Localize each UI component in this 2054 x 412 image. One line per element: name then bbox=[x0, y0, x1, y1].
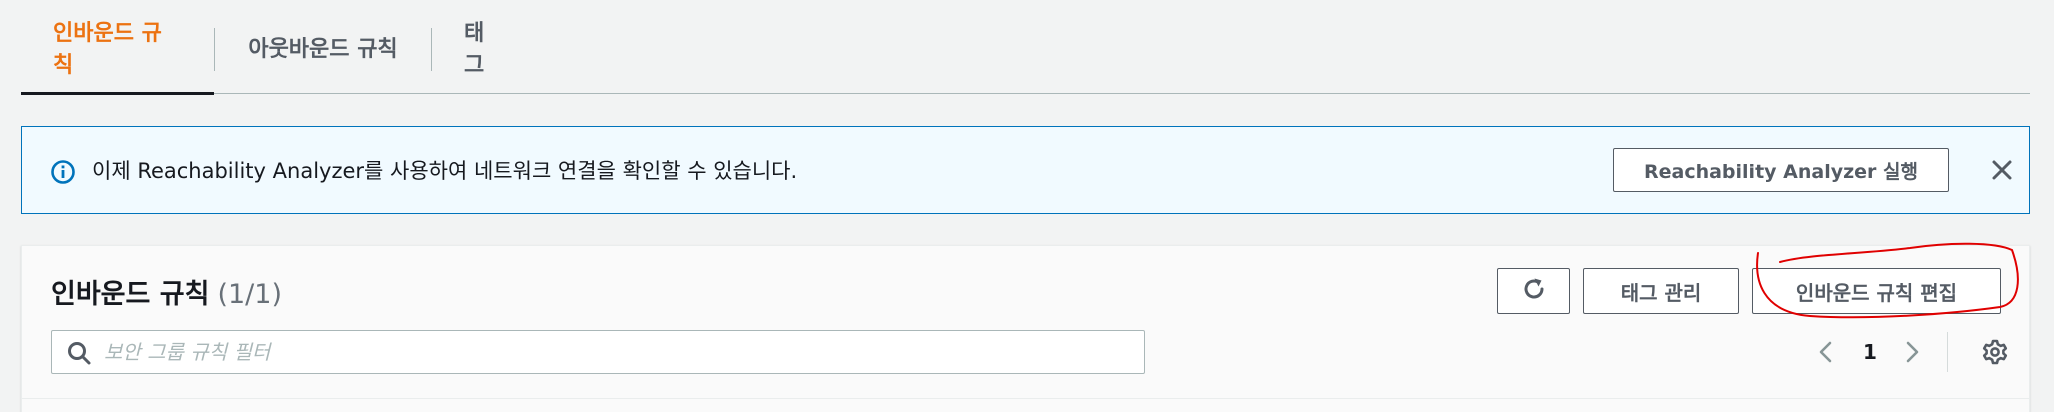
chevron-left-icon[interactable] bbox=[1812, 338, 1840, 366]
run-reachability-analyzer-button[interactable]: Reachability Analyzer 실행 bbox=[1613, 148, 1949, 192]
panel-title: 인바운드 규칙 (1/1) bbox=[51, 272, 282, 311]
tab-tags[interactable]: 태그 bbox=[432, 0, 536, 93]
pagination-divider bbox=[1947, 332, 1948, 372]
manage-tags-button[interactable]: 태그 관리 bbox=[1583, 268, 1739, 314]
current-page[interactable]: 1 bbox=[1856, 338, 1884, 366]
gear-icon[interactable] bbox=[1981, 338, 2009, 366]
panel-title-text: 인바운드 규칙 bbox=[51, 279, 210, 310]
close-icon[interactable] bbox=[1989, 157, 2015, 183]
inbound-rules-panel: 인바운드 규칙(1/1) 태그 관리 인바운드 규칙 편집 1 bbox=[21, 245, 2030, 412]
panel-divider bbox=[22, 398, 2029, 399]
rule-count: (1/1) bbox=[217, 279, 282, 310]
info-icon bbox=[50, 159, 76, 185]
tab-label: 아웃바운드 규칙 bbox=[248, 36, 398, 62]
tab-label: 태그 bbox=[464, 20, 485, 78]
search-box bbox=[51, 330, 1145, 374]
banner-message: 이제 Reachability Analyzer를 사용하여 네트워크 연결을 … bbox=[92, 159, 798, 183]
tab-outbound-rules[interactable]: 아웃바운드 규칙 bbox=[215, 0, 431, 93]
tab-inbound-rules[interactable]: 인바운드 규칙 bbox=[21, 0, 214, 95]
tab-label: 인바운드 규칙 bbox=[53, 20, 162, 78]
refresh-icon bbox=[1520, 275, 1548, 308]
search-icon bbox=[66, 340, 92, 366]
info-banner: 이제 Reachability Analyzer를 사용하여 네트워크 연결을 … bbox=[21, 126, 2030, 214]
search-input[interactable] bbox=[104, 331, 1134, 373]
chevron-right-icon[interactable] bbox=[1898, 338, 1926, 366]
refresh-button[interactable] bbox=[1497, 268, 1570, 314]
tab-bar: 인바운드 규칙 아웃바운드 규칙 태그 bbox=[21, 0, 2030, 95]
edit-inbound-rules-button[interactable]: 인바운드 규칙 편집 bbox=[1752, 268, 2001, 314]
